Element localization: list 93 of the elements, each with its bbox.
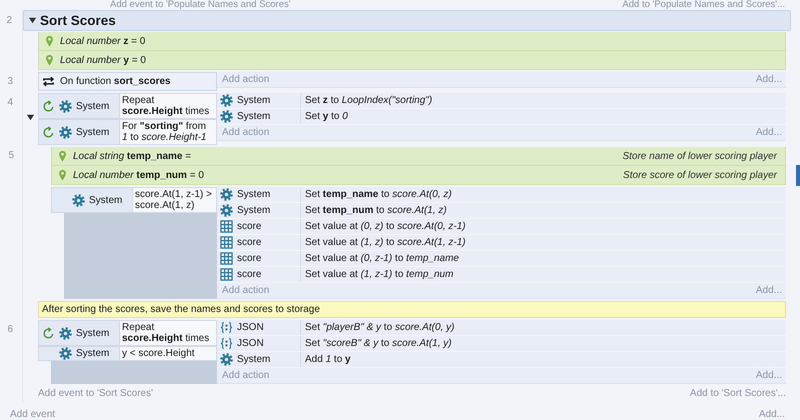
grid-icon xyxy=(220,252,233,265)
grid-icon xyxy=(220,268,233,281)
action-text: Set value at (0, z-1) to temp_name xyxy=(304,252,459,266)
object-name: System xyxy=(237,95,270,106)
loop-arrow-icon xyxy=(42,126,55,138)
pin-icon xyxy=(45,35,54,47)
object-name: System xyxy=(237,205,270,216)
braces-icon xyxy=(220,321,233,334)
condition-object-cell[interactable]: System xyxy=(38,320,119,346)
braces-icon xyxy=(220,337,233,350)
variable-declaration: Local string temp_name = xyxy=(73,150,192,162)
action-text: Set value at (1, z) to score.At(1, z-1) xyxy=(304,236,466,250)
grid-icon xyxy=(220,236,233,249)
gear-icon xyxy=(220,204,233,217)
condition-text[interactable]: Repeat score.Height times xyxy=(119,93,217,119)
local-variable-row[interactable]: Local number temp_num = 0 Store score of lower scoring player xyxy=(51,166,786,185)
object-name: System xyxy=(76,126,110,138)
variable-declaration: Local number temp_num = 0 xyxy=(73,170,204,180)
object-name: System xyxy=(76,100,110,112)
action-row[interactable]: score Set value at (1, z-1) to temp_num xyxy=(217,267,786,283)
variable-declaration: Local number z = 0 xyxy=(60,36,146,46)
line-number: 2 xyxy=(5,15,12,26)
action-text: Set value at (0, z) to score.At(0, z-1) xyxy=(304,220,466,234)
action-text: Add 1 to y xyxy=(304,353,351,367)
object-name: System xyxy=(237,111,270,122)
object-name: System xyxy=(237,354,270,365)
condition-object-cell[interactable]: System xyxy=(38,119,119,145)
line-number: 5 xyxy=(7,150,14,161)
trigger-condition[interactable]: On function sort_scores xyxy=(38,72,217,91)
loop-arrow-icon xyxy=(42,100,55,112)
condition-text[interactable]: Repeat score.Height times xyxy=(119,320,217,346)
group-header[interactable]: Sort Scores xyxy=(23,10,791,31)
action-row[interactable]: JSON Set "playerB" & y to score.At(0, y) xyxy=(217,320,786,336)
object-name: JSON xyxy=(237,338,264,349)
condition-text[interactable]: For "sorting" from 1 to score.Height-1 xyxy=(119,119,217,145)
pin-icon xyxy=(45,54,54,66)
object-name: score xyxy=(237,269,262,280)
condition-object-cell[interactable]: System xyxy=(38,346,119,361)
action-row[interactable]: System Add 1 to y xyxy=(217,352,786,368)
pin-icon xyxy=(58,169,67,181)
gear-icon xyxy=(220,94,233,107)
variable-declaration: Local number y = 0 xyxy=(60,54,146,66)
action-text: Set "playerB" & y to score.At(0, y) xyxy=(304,321,454,335)
condition-object-cell[interactable]: System xyxy=(38,93,119,119)
object-name: System xyxy=(76,348,110,359)
gear-icon xyxy=(220,353,233,366)
action-text: Set "scoreB" & y to score.At(1, y) xyxy=(304,337,452,351)
variable-comment: Store score of lower scoring player xyxy=(623,170,777,180)
swap-arrows-icon xyxy=(42,75,55,88)
object-name: System xyxy=(76,328,110,338)
gear-icon xyxy=(59,347,72,360)
gear-icon xyxy=(59,100,72,112)
variable-comment: Store name of lower scoring player xyxy=(622,150,777,162)
line-number: 4 xyxy=(6,97,13,108)
gear-icon xyxy=(72,194,85,206)
line-number: 3 xyxy=(6,76,13,87)
grid-icon xyxy=(220,220,233,233)
line-number: 6 xyxy=(6,324,13,335)
action-row[interactable]: System Set temp_name to score.At(0, z) xyxy=(217,187,786,203)
pin-icon xyxy=(58,150,67,162)
action-text: Set y to 0 xyxy=(304,110,348,124)
action-row[interactable]: System Set y to 0 xyxy=(217,109,786,125)
local-variable-row[interactable]: Local number z = 0 xyxy=(38,32,786,51)
gear-icon xyxy=(59,126,72,138)
action-row[interactable]: System Set temp_num to score.At(1, z) xyxy=(217,203,786,219)
collapse-triangle-icon[interactable] xyxy=(28,16,37,25)
condition-text[interactable]: y < score.Height xyxy=(119,346,217,361)
action-row[interactable]: score Set value at (1, z) to score.At(1, z-1) xyxy=(217,235,786,251)
action-row[interactable]: score Set value at (0, z) to score.At(0, z-1) xyxy=(217,219,786,235)
condition-object-cell[interactable]: System xyxy=(51,187,132,213)
action-text: Set value at (1, z-1) to temp_num xyxy=(304,268,454,282)
action-row[interactable]: System Set z to LoopIndex("sorting") xyxy=(217,93,786,109)
object-name: JSON xyxy=(237,322,264,333)
gear-icon xyxy=(59,326,72,340)
condition-text: On function sort_scores xyxy=(60,76,171,87)
local-variable-row[interactable]: Local number y = 0 xyxy=(38,51,786,70)
action-text: Set temp_name to score.At(0, z) xyxy=(304,188,452,202)
loop-arrow-icon xyxy=(42,326,55,340)
action-text: Set temp_num to score.At(1, z) xyxy=(304,204,447,218)
object-name: score xyxy=(237,237,262,248)
object-name: System xyxy=(89,194,122,206)
group-title: Sort Scores xyxy=(40,13,116,28)
object-name: score xyxy=(237,253,262,264)
gear-icon xyxy=(220,110,233,123)
object-name: score xyxy=(237,221,262,232)
collapse-triangle-icon[interactable] xyxy=(26,113,35,122)
action-row[interactable]: score Set value at (0, z-1) to temp_name xyxy=(217,251,786,267)
condition-text[interactable]: score.At(1, z-1) > score.At(1, z) xyxy=(132,187,217,213)
object-name: System xyxy=(237,189,270,200)
gear-icon xyxy=(220,188,233,201)
action-text: Set z to LoopIndex("sorting") xyxy=(304,94,432,108)
comment-row[interactable]: After sorting the scores, save the names and scores to storage xyxy=(38,301,786,318)
action-row[interactable]: JSON Set "scoreB" & y to score.At(1, y) xyxy=(217,336,786,352)
